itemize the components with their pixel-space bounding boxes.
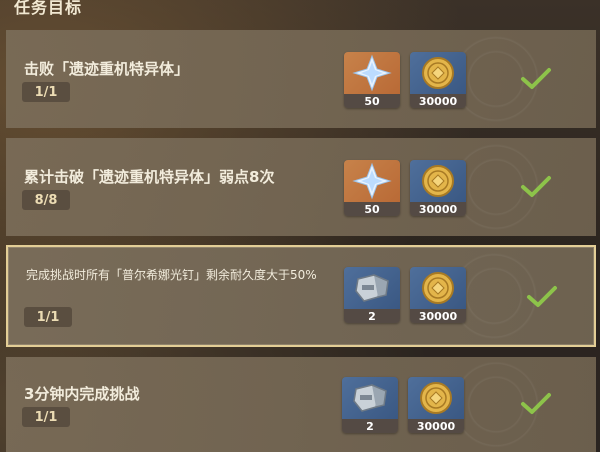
reward-mora[interactable]: 30000 bbox=[408, 377, 464, 433]
reward-count: 30000 bbox=[410, 94, 466, 108]
reward-primogem[interactable]: 50 bbox=[344, 160, 400, 216]
reward-mora[interactable]: 30000 bbox=[410, 160, 466, 216]
check-icon bbox=[521, 68, 551, 89]
reward-primogem[interactable]: 50 bbox=[344, 52, 400, 108]
task-card[interactable]: 累计击破「遗迹重机特异体」弱点8次 8/8 50 30000 bbox=[6, 138, 596, 236]
mora-icon bbox=[410, 160, 466, 202]
task-title: 累计击破「遗迹重机特异体」弱点8次 bbox=[24, 168, 275, 186]
reward-count: 2 bbox=[344, 309, 400, 323]
gauntlet-icon bbox=[342, 377, 398, 419]
check-icon bbox=[527, 286, 557, 307]
mora-icon bbox=[410, 267, 466, 309]
reward-gauntlet[interactable]: 2 bbox=[342, 377, 398, 433]
mora-icon bbox=[408, 377, 464, 419]
task-title: 完成挑战时所有「普尔希娜光钉」剩余耐久度大于50% bbox=[26, 268, 317, 282]
reward-count: 30000 bbox=[408, 419, 464, 433]
task-progress: 8/8 bbox=[22, 190, 70, 210]
reward-count: 30000 bbox=[410, 309, 466, 323]
reward-gauntlet[interactable]: 2 bbox=[344, 267, 400, 323]
task-card[interactable]: 3分钟内完成挑战 1/1 2 30000 bbox=[6, 357, 596, 452]
check-icon bbox=[521, 176, 551, 197]
primogem-icon bbox=[344, 52, 400, 94]
reward-mora[interactable]: 30000 bbox=[410, 52, 466, 108]
task-progress: 1/1 bbox=[22, 82, 70, 102]
primogem-icon bbox=[344, 160, 400, 202]
section-title: 任务目标 bbox=[14, 0, 83, 17]
reward-count: 50 bbox=[344, 94, 400, 108]
task-progress: 1/1 bbox=[22, 407, 70, 427]
task-title: 击败「遗迹重机特异体」 bbox=[24, 60, 190, 78]
gauntlet-icon bbox=[344, 267, 400, 309]
task-progress: 1/1 bbox=[24, 307, 72, 327]
reward-mora[interactable]: 30000 bbox=[410, 267, 466, 323]
reward-count: 30000 bbox=[410, 202, 466, 216]
mora-icon bbox=[410, 52, 466, 94]
task-title: 3分钟内完成挑战 bbox=[24, 385, 140, 403]
task-card-selected[interactable]: 完成挑战时所有「普尔希娜光钉」剩余耐久度大于50% 1/1 2 30000 bbox=[6, 245, 596, 347]
task-card[interactable]: 击败「遗迹重机特异体」 1/1 50 30000 bbox=[6, 30, 596, 128]
reward-count: 50 bbox=[344, 202, 400, 216]
check-icon bbox=[521, 393, 551, 414]
reward-count: 2 bbox=[342, 419, 398, 433]
